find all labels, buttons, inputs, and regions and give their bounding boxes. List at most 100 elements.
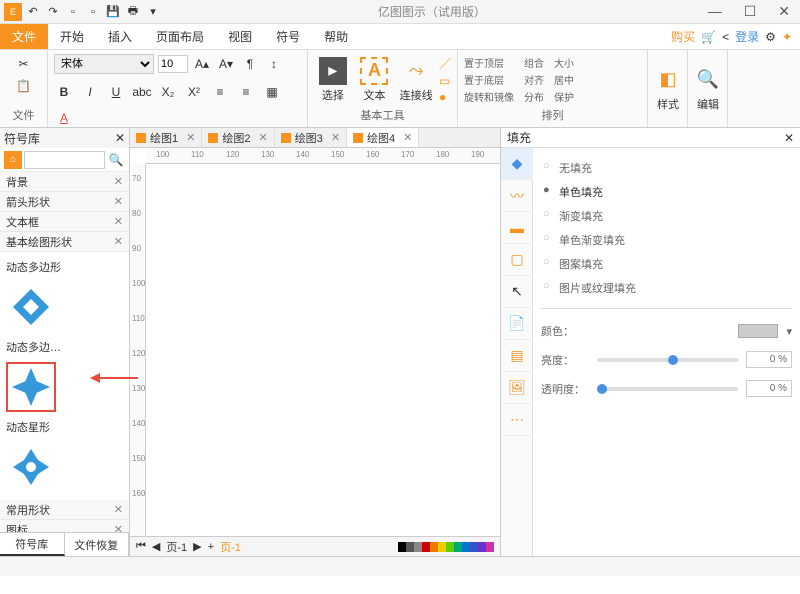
strike-button[interactable]: abc: [132, 82, 152, 102]
font-color-icon[interactable]: A: [54, 108, 74, 128]
open-icon[interactable]: ▫: [84, 3, 102, 21]
shape-diamond[interactable]: [6, 282, 56, 332]
oval-tool-icon[interactable]: ●: [439, 90, 451, 104]
close-button[interactable]: ✕: [772, 3, 796, 20]
subscript-button[interactable]: X₂: [158, 82, 178, 102]
cat-basic[interactable]: 基本绘图形状✕: [0, 232, 129, 252]
opt-pattern[interactable]: 图案填充: [541, 252, 792, 276]
cat-common[interactable]: 常用形状✕: [0, 500, 129, 520]
color-dropdown-icon[interactable]: ▾: [786, 325, 792, 338]
page-nav-next[interactable]: ▶: [193, 540, 201, 553]
canvas-page[interactable]: [146, 164, 500, 536]
doc-icon[interactable]: 📄: [501, 308, 533, 340]
line-tool-icon[interactable]: ／: [439, 55, 451, 72]
align-button[interactable]: 对齐: [524, 72, 544, 87]
text-tool[interactable]: A文本: [356, 57, 394, 103]
shape-ninja-star[interactable]: [6, 442, 56, 492]
fill-panel-close-icon[interactable]: ✕: [784, 131, 794, 145]
buy-link[interactable]: 购买: [671, 28, 695, 45]
qat-dropdown-icon[interactable]: ▾: [144, 3, 162, 21]
doc-tab-4[interactable]: 绘图4✕: [347, 128, 419, 147]
image-icon[interactable]: 🖼: [501, 372, 533, 404]
search-input[interactable]: [24, 151, 105, 169]
underline-button[interactable]: U: [106, 82, 126, 102]
fill-tool-icon[interactable]: ◆: [501, 148, 533, 180]
opt-texture[interactable]: 图片或纹理填充: [541, 276, 792, 300]
decrease-font-icon[interactable]: A▾: [216, 54, 236, 74]
shape-star-highlighted[interactable]: [6, 362, 56, 412]
print-icon[interactable]: 🖶: [124, 3, 142, 21]
login-link[interactable]: 登录: [735, 28, 759, 45]
font-size-input[interactable]: [158, 55, 188, 73]
shadow-icon[interactable]: ▬: [501, 212, 533, 244]
superscript-button[interactable]: X²: [184, 82, 204, 102]
color-swatches[interactable]: [398, 542, 494, 552]
save-icon[interactable]: 💾: [104, 3, 122, 21]
opt-gradient[interactable]: 渐变填充: [541, 204, 792, 228]
maximize-button[interactable]: ☐: [738, 3, 763, 20]
bring-front-button[interactable]: 置于顶层: [464, 55, 514, 70]
opacity-slider[interactable]: [597, 387, 738, 391]
cat-textbox[interactable]: 文本框✕: [0, 212, 129, 232]
page-add[interactable]: +: [208, 541, 214, 553]
page-nav-first[interactable]: ⏮: [136, 540, 146, 553]
cat-arrows[interactable]: 箭头形状✕: [0, 192, 129, 212]
menu-insert[interactable]: 插入: [96, 24, 144, 49]
undo-icon[interactable]: ↶: [24, 3, 42, 21]
menu-start[interactable]: 开始: [48, 24, 96, 49]
cursor-icon[interactable]: ↖: [501, 276, 533, 308]
italic-button[interactable]: I: [80, 82, 100, 102]
cat-background[interactable]: 背景✕: [0, 172, 129, 192]
doc-tab-2[interactable]: 绘图2✕: [202, 128, 274, 147]
opt-solid[interactable]: 单色填充: [541, 180, 792, 204]
menu-symbol[interactable]: 符号: [264, 24, 312, 49]
doc-tab-1[interactable]: 绘图1✕: [130, 128, 202, 147]
rotate-button[interactable]: 旋转和镜像: [464, 89, 514, 104]
style-button[interactable]: ◧样式: [654, 66, 682, 112]
new-icon[interactable]: ▫: [64, 3, 82, 21]
search-icon[interactable]: 🔍: [107, 153, 125, 167]
increase-font-icon[interactable]: A▴: [192, 54, 212, 74]
opacity-value[interactable]: 0 %: [746, 380, 792, 397]
size-button[interactable]: 大小: [554, 55, 574, 70]
menu-file[interactable]: 文件: [0, 24, 48, 49]
sidebar-close-icon[interactable]: ✕: [115, 131, 125, 145]
highlight-icon[interactable]: ▦: [262, 82, 282, 102]
cat-icons[interactable]: 图标✕: [0, 520, 129, 532]
edit-button[interactable]: 🔍编辑: [694, 66, 722, 112]
page-tab-1[interactable]: 页-1: [166, 539, 187, 555]
connector-tool[interactable]: ⤳连接线: [397, 57, 435, 103]
group-button[interactable]: 组合: [524, 55, 544, 70]
protect-button[interactable]: 保护: [554, 89, 574, 104]
brightness-value[interactable]: 0 %: [746, 351, 792, 368]
center-button[interactable]: 居中: [554, 72, 574, 87]
select-tool[interactable]: ▸选择: [314, 57, 352, 103]
page-tab-1-orange[interactable]: 页-1: [220, 539, 241, 555]
paragraph-icon[interactable]: ¶: [240, 54, 260, 74]
doc-tab-3[interactable]: 绘图3✕: [275, 128, 347, 147]
share-icon[interactable]: <: [722, 30, 729, 44]
menu-view[interactable]: 视图: [216, 24, 264, 49]
rect-tool-icon[interactable]: ▭: [439, 74, 451, 88]
line-style-icon[interactable]: 〰: [501, 180, 533, 212]
opt-nofill[interactable]: 无填充: [541, 156, 792, 180]
more-icon[interactable]: ⋯: [501, 404, 533, 436]
send-back-button[interactable]: 置于底层: [464, 72, 514, 87]
menu-help[interactable]: 帮助: [312, 24, 360, 49]
home-icon[interactable]: ⌂: [4, 151, 22, 169]
opt-solidgrad[interactable]: 单色渐变填充: [541, 228, 792, 252]
menu-layout[interactable]: 页面布局: [144, 24, 216, 49]
color-swatch[interactable]: [738, 324, 778, 338]
redo-icon[interactable]: ↷: [44, 3, 62, 21]
minimize-button[interactable]: —: [702, 3, 728, 20]
shape-icon[interactable]: ▢: [501, 244, 533, 276]
copy-icon[interactable]: 📋: [14, 76, 34, 96]
cut-icon[interactable]: ✂: [14, 54, 34, 74]
layers-icon[interactable]: ▤: [501, 340, 533, 372]
align-icon[interactable]: ≡: [236, 82, 256, 102]
footer-tab-restore[interactable]: 文件恢复: [65, 533, 130, 556]
brightness-slider[interactable]: [597, 358, 738, 362]
bullets-icon[interactable]: ≡: [210, 82, 230, 102]
footer-tab-library[interactable]: 符号库: [0, 533, 65, 556]
distribute-button[interactable]: 分布: [524, 89, 544, 104]
